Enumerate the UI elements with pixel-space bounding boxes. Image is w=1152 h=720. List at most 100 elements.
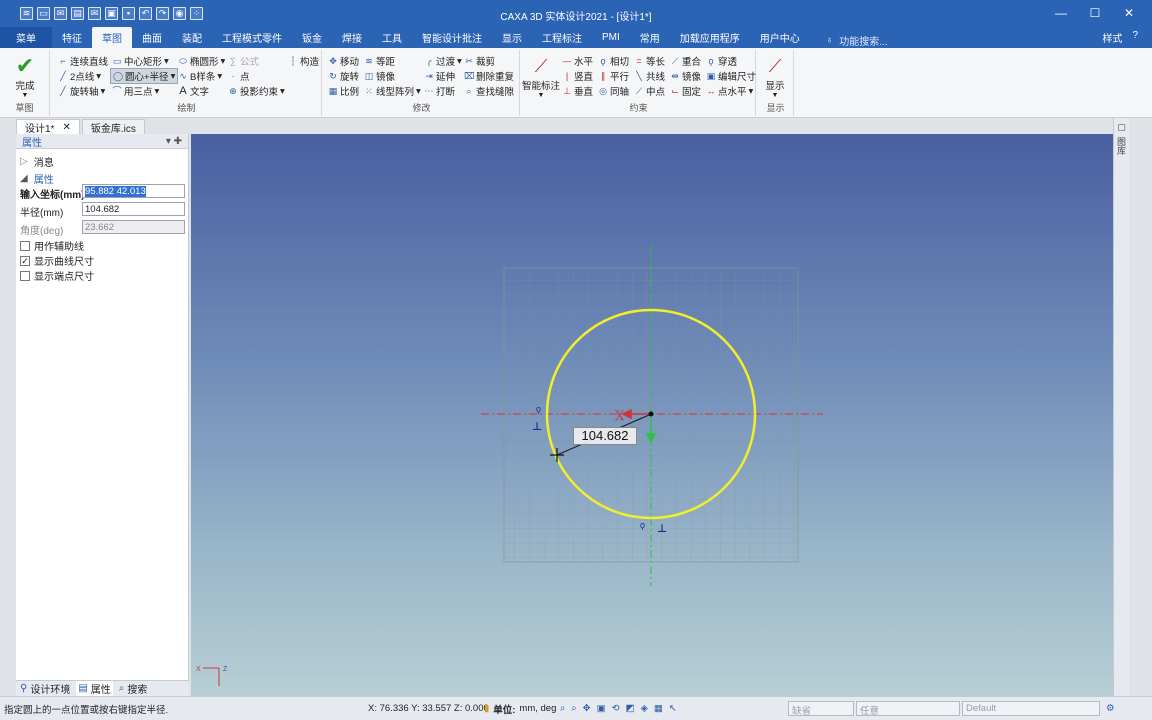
library-side-strip[interactable]: ▢ 图库 (1113, 118, 1129, 696)
trim-button[interactable]: ✂ 裁剪 (464, 54, 495, 68)
help-icon[interactable]: ? (1132, 30, 1138, 45)
save-icon[interactable]: ▪ (122, 6, 135, 20)
aux-line-checkbox[interactable]: 用作辅助线 (20, 238, 84, 253)
doc-tab-sheetmetal-lib[interactable]: 钣金库.ics (81, 119, 145, 135)
perpendicular-constraint-button[interactable]: ⊥ 垂直 (562, 84, 593, 98)
fillet-button[interactable]: ╭ 过渡 ▾ (424, 54, 462, 69)
globe-icon[interactable]: ◉ (173, 6, 186, 20)
tab-tools[interactable]: 工具 (372, 27, 412, 48)
center-radius-circle-button[interactable]: ◯ 圆心+半径 ▾ (110, 68, 179, 84)
tab-sketch[interactable]: 草图 (92, 27, 132, 48)
smart-dimension-button[interactable]: ⟋ 智能标注 ▼ (522, 54, 560, 99)
combo-render-style[interactable]: Default (962, 701, 1100, 716)
tab-welding[interactable]: 焊接 (332, 27, 372, 48)
center-rectangle-button[interactable]: ▭ 中心矩形 ▾ (112, 54, 169, 69)
formula-button[interactable]: ∑ 公式 (228, 54, 259, 68)
feature-search[interactable]: ♁ 功能搜索... (826, 33, 888, 48)
coaxial-constraint-button[interactable]: ◎ 同轴 (598, 84, 629, 98)
maximize-button[interactable]: ☐ (1078, 0, 1112, 26)
open-file-icon[interactable]: ▤ (71, 6, 84, 20)
point-button[interactable]: · 点 (228, 69, 250, 83)
tab-sheet-metal[interactable]: 钣金 (292, 27, 332, 48)
three-point-arc-button[interactable]: ⌒ 用三点 ▾ (112, 84, 159, 99)
tab-search[interactable]: ⌕ 搜索 (119, 681, 148, 696)
display-button[interactable]: ⟋ 显示 ▼ (758, 54, 792, 99)
parallel-constraint-button[interactable]: ∥ 平行 (598, 69, 629, 83)
grid-snap-icon[interactable]: ⁘ (190, 6, 203, 20)
tab-display[interactable]: 显示 (492, 27, 532, 48)
scale-button[interactable]: ▦ 比例 (328, 84, 359, 98)
radius-dimension-label[interactable]: 104.682 (573, 427, 637, 445)
ellipse-button[interactable]: ⬭ 椭圆形 ▾ (178, 54, 225, 69)
edit-dimension-button[interactable]: ▣ 编辑尺寸 (706, 69, 756, 83)
doc-tab-design1[interactable]: 设计1* ✕ (16, 119, 80, 135)
bspline-button[interactable]: ∿ B样条 ▾ (178, 69, 222, 84)
combo-default[interactable]: 缺省 (788, 701, 854, 717)
finish-button[interactable]: ✔ 完成 ▼ (8, 54, 42, 100)
close-icon[interactable]: ✕ (62, 122, 70, 133)
unit-indicator[interactable]: ▮ 单位: mm, deg (484, 702, 556, 716)
tab-properties[interactable]: ▤ 属性 (76, 681, 113, 696)
app-menu-icon[interactable]: ≋ (20, 6, 33, 20)
tab-design-environment[interactable]: ⚲ 设计环境 (20, 681, 70, 696)
section-icon[interactable]: ◩ (626, 703, 635, 714)
tab-assembly[interactable]: 装配 (172, 27, 212, 48)
pin-icon[interactable]: ▾ ✚ (166, 136, 182, 147)
pan-icon[interactable]: ✥ (583, 703, 591, 714)
undo-icon[interactable]: ↶ (139, 6, 152, 20)
tangent-constraint-button[interactable]: ϙ 相切 (598, 54, 629, 68)
3d-viewport[interactable]: X ϙ ⊥ ϙ ⊥ X Z 104.682 (191, 134, 1113, 696)
tab-surface[interactable]: 曲面 (132, 27, 172, 48)
tab-addins[interactable]: 加载应用程序 (670, 27, 750, 48)
tab-engineering-part[interactable]: 工程模式零件 (212, 27, 292, 48)
mirror-constraint-button[interactable]: ⇹ 镜像 (670, 69, 701, 83)
close-button[interactable]: ✕ (1112, 0, 1146, 26)
tab-menu[interactable]: 菜单 (0, 27, 52, 48)
zoom-window-icon[interactable]: ⌕ (571, 703, 576, 714)
mirror-button[interactable]: ◫ 镜像 (364, 69, 395, 83)
construct-button[interactable]: ┆ 构造 (288, 54, 319, 68)
text-button[interactable]: A 文字 (178, 84, 209, 99)
rotate-button[interactable]: ↻ 旋转 (328, 69, 359, 83)
select-icon[interactable]: ↖ (669, 703, 677, 714)
tab-pmi[interactable]: PMI (592, 27, 630, 48)
tab-feature[interactable]: 特征 (52, 27, 92, 48)
linear-pattern-button[interactable]: ⁙ 线型阵列 ▾ (364, 84, 421, 99)
move-button[interactable]: ✥ 移动 (328, 54, 359, 68)
settings-icon[interactable]: ⚙ (1106, 703, 1115, 714)
center-point[interactable] (648, 411, 654, 417)
combo-any[interactable]: 任意 (856, 701, 960, 717)
shading-icon[interactable]: ▦ (654, 703, 663, 714)
tab-smart-annotation[interactable]: 智能设计批注 (412, 27, 492, 48)
zoom-icon[interactable]: ⌕ (560, 703, 565, 714)
style-menu[interactable]: 样式 (1102, 30, 1122, 45)
coincident-button[interactable]: ⟋ 重合 (670, 54, 701, 68)
tab-engineering-dimension[interactable]: 工程标注 (532, 27, 592, 48)
sketch-canvas[interactable]: X ϙ ⊥ ϙ ⊥ X Z (191, 134, 1113, 696)
point-horizontal-button[interactable]: ↔ 点水平 ▾ (706, 84, 754, 99)
show-endpoint-dim-checkbox[interactable]: 显示端点尺寸 (20, 268, 94, 283)
pierce-button[interactable]: ϙ 穿透 (706, 54, 737, 68)
radius-field[interactable]: 104.682 (82, 202, 185, 216)
folder-icon[interactable]: ▣ (105, 6, 118, 20)
find-gap-button[interactable]: ⌕ 查找缝隙 (464, 84, 514, 98)
polyline-button[interactable]: ⌐ 连续直线 (58, 54, 108, 68)
input-coord-field[interactable]: 95.882 42.013 (82, 184, 185, 198)
rotation-axis-button[interactable]: ╱ 旋转轴 ▾ (58, 84, 105, 99)
view-cube-icon[interactable]: ▣ (597, 703, 606, 714)
email-send-icon[interactable]: ✉ (88, 6, 101, 20)
project-constraint-button[interactable]: ⊕ 投影约束 ▾ (228, 84, 285, 99)
collinear-button[interactable]: ╲ 共线 (634, 69, 665, 83)
horizontal-constraint-button[interactable]: — 水平 (562, 54, 594, 68)
redo-icon[interactable]: ↷ (156, 6, 169, 20)
delete-duplicate-button[interactable]: ⌧ 删除重复 (464, 69, 514, 83)
tab-user-center[interactable]: 用户中心 (750, 27, 810, 48)
properties-section[interactable]: ◢ 属性 (20, 171, 54, 186)
render-icon[interactable]: ◈ (641, 703, 648, 714)
extend-button[interactable]: ⇥ 延伸 (424, 69, 455, 83)
fix-constraint-button[interactable]: ⌙ 固定 (670, 84, 701, 98)
mail-icon[interactable]: ✉ (54, 6, 67, 20)
equal-length-button[interactable]: = 等长 (634, 54, 665, 68)
vertical-constraint-button[interactable]: | 竖直 (562, 69, 593, 83)
midpoint-button[interactable]: ⟋ 中点 (634, 84, 665, 98)
